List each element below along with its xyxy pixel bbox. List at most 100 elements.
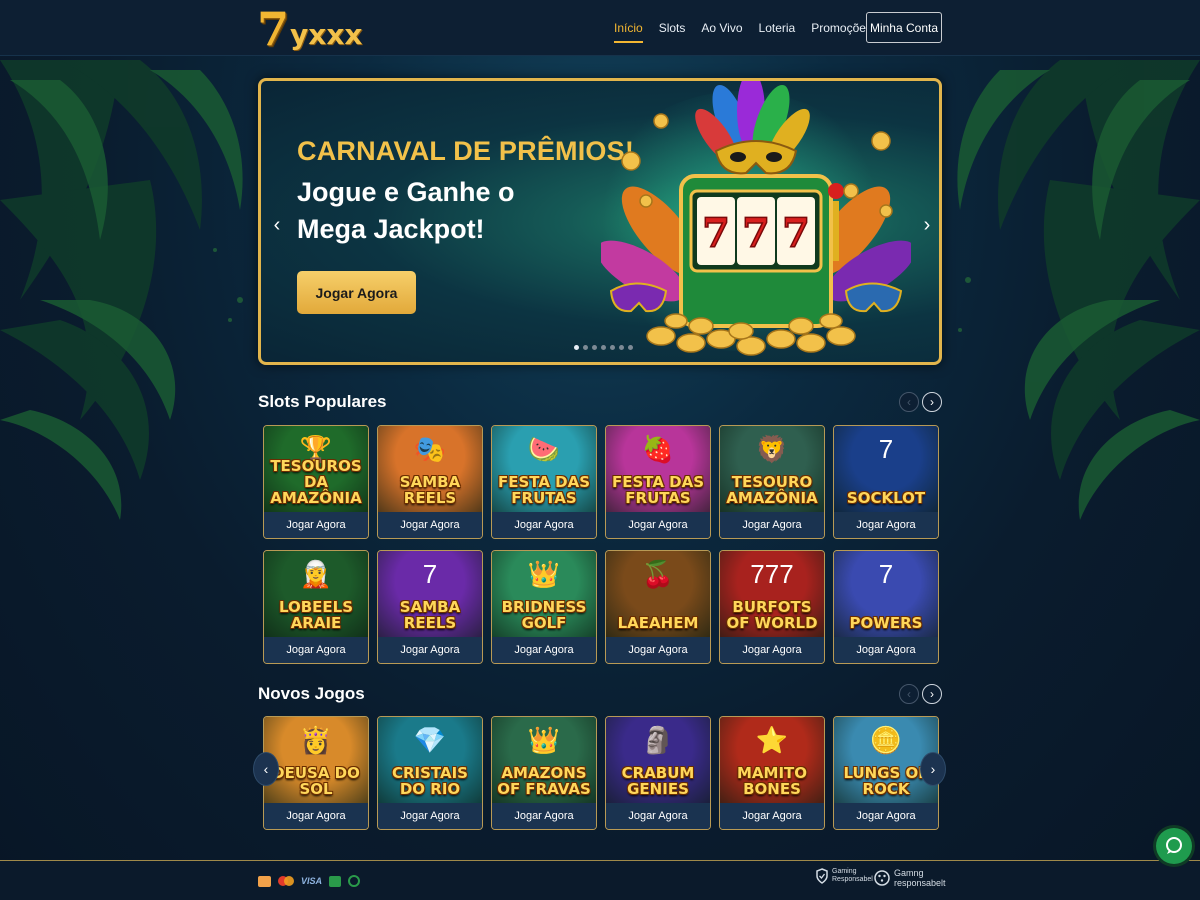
play-button[interactable]: Jogar Agora (834, 512, 938, 538)
popular-prev-button[interactable]: ‹ (899, 392, 919, 412)
game-title: LOBEELS ARAIE (278, 598, 354, 632)
game-card[interactable]: 7 SAMBA REELS Jogar Agora (377, 550, 483, 664)
game-thumbnail[interactable]: 7 POWERS (834, 551, 938, 637)
game-card[interactable]: 🧝 LOBEELS ARAIE Jogar Agora (263, 550, 369, 664)
play-button[interactable]: Jogar Agora (492, 637, 596, 663)
pagination-dot[interactable] (610, 345, 615, 350)
banner-next-arrow[interactable]: › (918, 214, 936, 237)
game-card[interactable]: 🎭 SAMBA REELS Jogar Agora (377, 425, 483, 539)
game-thumbnail[interactable]: 🍉 FESTA DAS FRUTAS (492, 426, 596, 512)
game-title: SAMBA REELS (399, 598, 461, 632)
brand-logo[interactable]: 7 yxxx (257, 4, 362, 52)
pagination-dot[interactable] (601, 345, 606, 350)
game-card[interactable]: 🗿 CRABUM GENIES Jogar Agora (605, 716, 711, 830)
game-card[interactable]: 🍒 LAEAHEM Jogar Agora (605, 550, 711, 664)
game-emblem-icon: ⭐ (755, 725, 789, 755)
game-emblem-icon: 777 (750, 559, 794, 589)
badge2-line2: responsabelt (894, 878, 946, 888)
game-thumbnail[interactable]: 👑 BRIDNESS GOLF (492, 551, 596, 637)
game-thumbnail[interactable]: 🍓 FESTA DAS FRUTAS (606, 426, 710, 512)
carousel-prev-arrow[interactable]: ‹ (253, 752, 279, 786)
game-thumbnail[interactable]: 🧝 LOBEELS ARAIE (264, 551, 368, 637)
game-card[interactable]: 7 SOCKLOT Jogar Agora (833, 425, 939, 539)
game-thumbnail[interactable]: 🎭 SAMBA REELS (378, 426, 482, 512)
game-card[interactable]: 🏆 TESOUROS DA AMAZÔNIA Jogar Agora (263, 425, 369, 539)
game-card[interactable]: 🦁 TESOURO AMAZÔNIA Jogar Agora (719, 425, 825, 539)
pagination-dot[interactable] (619, 345, 624, 350)
game-emblem-icon: 🎭 (413, 434, 447, 464)
play-button[interactable]: Jogar Agora (606, 803, 710, 829)
main-nav: Início Slots Ao Vivo Loteria Promoções (606, 0, 880, 56)
game-title: CRISTAIS DO RIO (391, 764, 468, 798)
play-button[interactable]: Jogar Agora (378, 512, 482, 538)
game-thumbnail[interactable]: 🏆 TESOUROS DA AMAZÔNIA (264, 426, 368, 512)
game-emblem-icon: 👑 (527, 725, 561, 755)
new-next-button[interactable]: › (922, 684, 942, 704)
nav-item-loteria[interactable]: Loteria (759, 15, 796, 41)
play-button[interactable]: Jogar Agora (606, 512, 710, 538)
play-button[interactable]: Jogar Agora (378, 637, 482, 663)
game-thumbnail[interactable]: 👸 DEUSA DO SOL (264, 717, 368, 803)
pagination-dot[interactable] (592, 345, 597, 350)
payment-methods: VISA (258, 875, 361, 887)
visa-label: VISA (301, 876, 323, 886)
game-title: SOCKLOT (846, 489, 926, 507)
dice-icon (874, 870, 890, 886)
nav-item-promocoes[interactable]: Promoções (811, 15, 872, 41)
shield-icon (816, 868, 828, 884)
play-button[interactable]: Jogar Agora (264, 637, 368, 663)
play-button[interactable]: Jogar Agora (492, 803, 596, 829)
game-card[interactable]: 👸 DEUSA DO SOL Jogar Agora (263, 716, 369, 830)
game-thumbnail[interactable]: 7 SAMBA REELS (378, 551, 482, 637)
coin-icon (348, 875, 361, 887)
game-thumbnail[interactable]: 🦁 TESOURO AMAZÔNIA (720, 426, 824, 512)
game-card[interactable]: 7 POWERS Jogar Agora (833, 550, 939, 664)
game-emblem-icon: 🍒 (641, 559, 675, 589)
game-card[interactable]: 🍉 FESTA DAS FRUTAS Jogar Agora (491, 425, 597, 539)
play-button[interactable]: Jogar Agora (378, 803, 482, 829)
game-card[interactable]: 👑 BRIDNESS GOLF Jogar Agora (491, 550, 597, 664)
nav-item-inicio[interactable]: Início (614, 15, 643, 43)
game-thumbnail[interactable]: 👑 AMAZONS OF FRAVAS (492, 717, 596, 803)
nav-item-slots[interactable]: Slots (659, 15, 686, 41)
reel-2: 7 (742, 210, 770, 257)
game-thumbnail[interactable]: 🗿 CRABUM GENIES (606, 717, 710, 803)
chat-button[interactable] (1156, 828, 1192, 864)
game-thumbnail[interactable]: 🍒 LAEAHEM (606, 551, 710, 637)
play-button[interactable]: Jogar Agora (834, 803, 938, 829)
play-button[interactable]: Jogar Agora (720, 803, 824, 829)
pagination-dot[interactable] (583, 345, 588, 350)
play-button[interactable]: Jogar Agora (264, 512, 368, 538)
play-button[interactable]: Jogar Agora (264, 803, 368, 829)
game-emblem-icon: 7 (878, 434, 894, 464)
banner-prev-arrow[interactable]: ‹ (268, 214, 286, 237)
play-now-button[interactable]: Jogar Agora (297, 271, 416, 314)
new-prev-button[interactable]: ‹ (899, 684, 919, 704)
wallet-icon (329, 875, 342, 887)
play-button[interactable]: Jogar Agora (606, 637, 710, 663)
pagination-dot[interactable] (574, 345, 579, 350)
game-card[interactable]: 👑 AMAZONS OF FRAVAS Jogar Agora (491, 716, 597, 830)
game-thumbnail[interactable]: 💎 CRISTAIS DO RIO (378, 717, 482, 803)
game-card[interactable]: ⭐ MAMITO BONES Jogar Agora (719, 716, 825, 830)
game-thumbnail[interactable]: 777 BURFOTS OF WORLD (720, 551, 824, 637)
carousel-next-arrow[interactable]: › (920, 752, 946, 786)
popular-next-button[interactable]: › (922, 392, 942, 412)
pagination-dot[interactable] (628, 345, 633, 350)
game-thumbnail[interactable]: ⭐ MAMITO BONES (720, 717, 824, 803)
play-button[interactable]: Jogar Agora (720, 512, 824, 538)
game-thumbnail[interactable]: 7 SOCKLOT (834, 426, 938, 512)
game-card[interactable]: 777 BURFOTS OF WORLD Jogar Agora (719, 550, 825, 664)
game-card[interactable]: 🍓 FESTA DAS FRUTAS Jogar Agora (605, 425, 711, 539)
responsible-gaming-badge-2: Gamng responsabelt (874, 868, 946, 888)
game-emblem-icon: 🦁 (755, 434, 789, 464)
game-title: MAMITO BONES (736, 764, 808, 798)
account-button[interactable]: Minha Conta (866, 12, 942, 43)
section-title-new: Novos Jogos (258, 684, 365, 703)
nav-item-ao-vivo[interactable]: Ao Vivo (701, 15, 742, 41)
play-button[interactable]: Jogar Agora (492, 512, 596, 538)
play-button[interactable]: Jogar Agora (834, 637, 938, 663)
new-games-grid: 👸 DEUSA DO SOL Jogar Agora 💎 CRISTAIS DO RIO… (263, 716, 939, 830)
play-button[interactable]: Jogar Agora (720, 637, 824, 663)
game-card[interactable]: 💎 CRISTAIS DO RIO Jogar Agora (377, 716, 483, 830)
